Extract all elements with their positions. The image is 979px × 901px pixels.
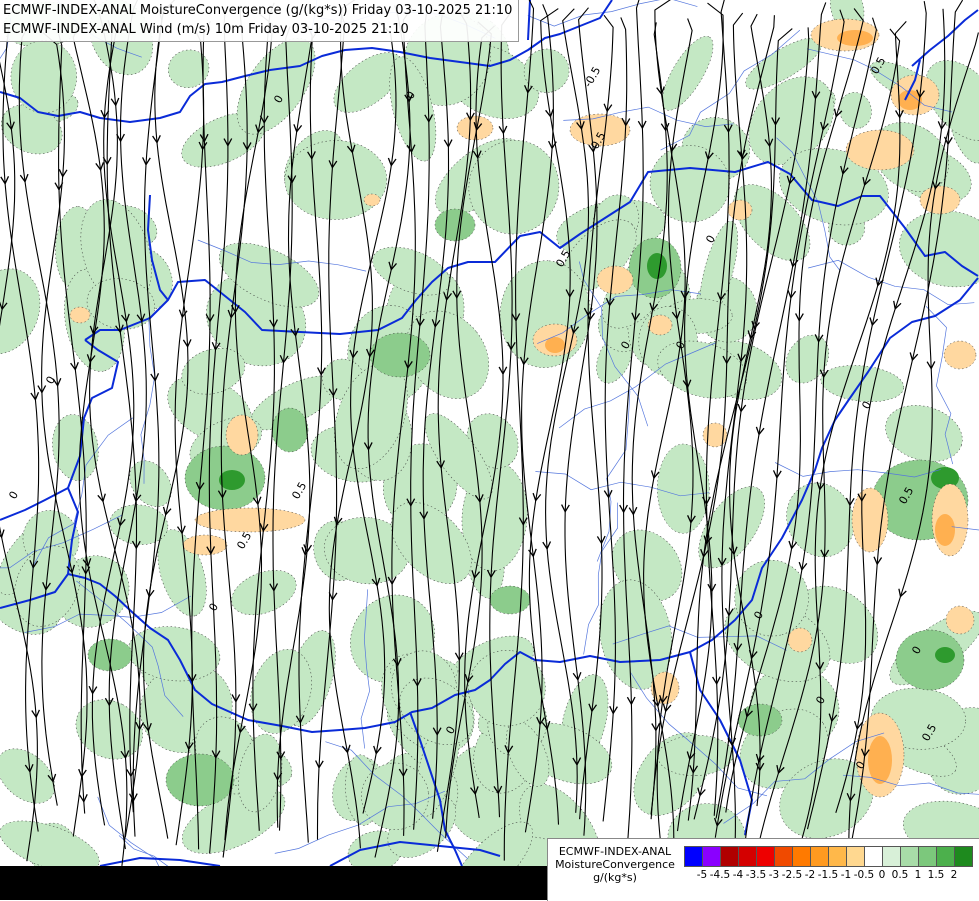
legend-tick-label: 1.5: [927, 869, 945, 881]
peak-convergence-core: [219, 470, 245, 490]
legend-swatch: [846, 846, 865, 867]
strong-divergence-area: [868, 736, 892, 784]
legend-title-variable: MoistureConvergence: [555, 858, 675, 871]
strong-convergence-area: [434, 208, 476, 242]
legend-tick-label: -1.5: [817, 869, 839, 881]
legend-swatch: [684, 846, 703, 867]
legend-swatch: [918, 846, 937, 867]
peak-convergence-core: [935, 647, 955, 663]
strong-convergence-area: [895, 629, 965, 691]
convergence-area: [231, 570, 297, 616]
convergence-area: [885, 405, 963, 462]
legend-swatches: [684, 846, 973, 867]
country-border: [527, 0, 531, 41]
legend-tick-label: 0.5: [891, 869, 909, 881]
divergence-area: [727, 199, 753, 221]
title-line-wind: ECMWF-INDEX-ANAL Wind (m/s) 10m Friday 0…: [3, 22, 409, 37]
color-legend: ECMWF-INDEX-ANAL MoistureConvergence g/(…: [547, 838, 979, 901]
divergence-area: [787, 627, 813, 653]
title-line-moisture: ECMWF-INDEX-ANAL MoistureConvergence (g/…: [3, 3, 513, 18]
map-title: ECMWF-INDEX-ANAL MoistureConvergence (g/…: [0, 0, 520, 42]
convergence-area: [167, 49, 210, 88]
legend-swatch: [828, 846, 847, 867]
legend-swatch: [882, 846, 901, 867]
divergence-area: [69, 306, 91, 324]
contour-label: 0: [43, 374, 58, 387]
legend-swatch: [738, 846, 757, 867]
legend-swatch: [954, 846, 973, 867]
divergence-area: [596, 265, 634, 295]
legend-tick-label: 1: [914, 869, 922, 881]
legend-tick-label: -0.5: [853, 869, 875, 881]
strong-convergence-area: [369, 332, 431, 378]
legend-swatch: [702, 846, 721, 867]
contour-label: 0: [6, 489, 21, 502]
strong-convergence-area: [165, 753, 235, 807]
divergence-area: [363, 193, 381, 207]
river: [527, 0, 698, 27]
convergence-area: [52, 414, 99, 481]
peak-convergence-core: [647, 253, 667, 279]
legend-swatch: [792, 846, 811, 867]
contour-label: 0.5: [289, 480, 309, 502]
legend-swatch: [810, 846, 829, 867]
weather-map: 0 000000.50.50.50.50.500 00.500.500-0.500: [0, 0, 979, 900]
legend-tick-label: -1: [840, 869, 852, 881]
legend-ticks: -5 -4.5 -4 -3.5 -3 -2.5 -2 -1.5 -1 -0.5 0 0.5 1 1.5 2: [684, 869, 972, 883]
convergence-area: [657, 443, 710, 534]
divergence-area: [194, 507, 306, 533]
legend-tick-label: 0: [878, 869, 886, 881]
legend-tick-label: -4.5: [709, 869, 731, 881]
legend-tick-label: 2: [950, 869, 958, 881]
legend-tick-label: -5: [696, 869, 708, 881]
legend-swatch: [936, 846, 955, 867]
legend-swatch: [756, 846, 775, 867]
divergence-area: [851, 487, 889, 553]
legend-tick-label: -2: [804, 869, 816, 881]
divergence-area: [943, 340, 977, 370]
divergence-area: [945, 605, 975, 635]
contour-label: 0.5: [234, 530, 254, 552]
convergence-area: [839, 92, 872, 129]
legend-tick-label: -3: [768, 869, 780, 881]
strong-convergence-area: [489, 585, 531, 615]
divergence-area: [845, 129, 915, 171]
divergence-area: [225, 414, 259, 456]
strong-divergence-area: [935, 514, 955, 546]
moisture-convergence-fill: [0, 0, 979, 900]
country-border: [99, 857, 221, 867]
legend-swatch: [774, 846, 793, 867]
legend-title: ECMWF-INDEX-ANAL MoistureConvergence g/(…: [552, 845, 678, 884]
river: [140, 317, 156, 484]
legend-tick-label: -3.5: [745, 869, 767, 881]
legend-title-model: ECMWF-INDEX-ANAL: [558, 845, 672, 858]
legend-tick-label: -4: [732, 869, 744, 881]
legend-swatch: [900, 846, 919, 867]
legend-tick-label: -2.5: [781, 869, 803, 881]
contour-label: -0.5: [581, 64, 603, 89]
divergence-area: [182, 534, 228, 556]
legend-units: g/(kg*s): [593, 871, 637, 884]
legend-swatch: [720, 846, 739, 867]
legend-scale: -5 -4.5 -4 -3.5 -3 -2.5 -2 -1.5 -1 -0.5 0 0.5 1 1.5 2: [684, 846, 973, 883]
legend-swatch: [864, 846, 883, 867]
